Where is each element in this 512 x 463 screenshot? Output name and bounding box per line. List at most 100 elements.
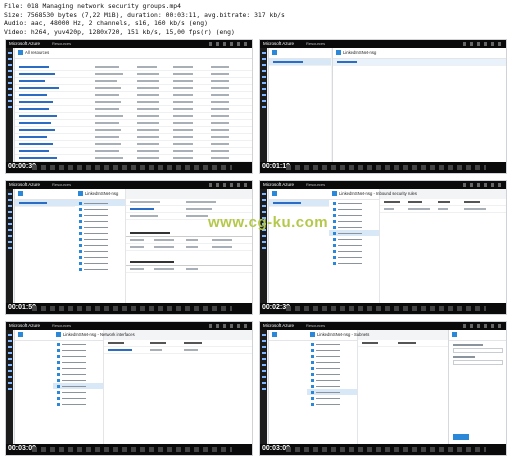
blade-header: [269, 48, 331, 59]
table-row[interactable]: [15, 78, 252, 85]
table-row[interactable]: [126, 237, 252, 244]
toolbar-icons[interactable]: [209, 42, 249, 46]
portal-top-bar: Microsoft Azure Resources: [260, 181, 506, 189]
table-row[interactable]: [15, 106, 252, 113]
table-row[interactable]: [15, 71, 252, 78]
file-info-line: File: 018 Managing network security grou…: [4, 2, 181, 10]
portal-brand[interactable]: Microsoft Azure: [263, 182, 294, 187]
blade-header: [15, 189, 75, 200]
thumbnail-3: Microsoft Azure Resources LinkedInSNet-n…: [5, 180, 253, 315]
subnet-field[interactable]: [453, 360, 503, 365]
portal-brand[interactable]: Microsoft Azure: [9, 41, 40, 46]
table-row[interactable]: [15, 134, 252, 141]
virtual-network-field[interactable]: [453, 348, 503, 353]
table-row[interactable]: [15, 113, 252, 120]
list-item[interactable]: [333, 59, 506, 66]
portal-top-bar: Microsoft Azure Resources: [6, 322, 252, 330]
ok-button[interactable]: [453, 434, 469, 440]
blade-header: LinkedInSNet-nsg - Subnets: [307, 330, 369, 341]
associate-subnet-panel: [448, 330, 506, 446]
thumbnail-6: Microsoft Azure Resources LinkedInSNet-n…: [259, 321, 507, 456]
portal-top-bar: Microsoft Azure Resources: [6, 40, 252, 48]
list-item[interactable]: [269, 59, 331, 66]
video-timestamp-bar: 00:03:09: [260, 444, 506, 455]
toolbar-icons[interactable]: [209, 183, 249, 187]
resources-icon: [18, 50, 23, 55]
taskbar: [32, 447, 232, 452]
nsg-list-blade: [268, 330, 307, 446]
menu-item[interactable]: [329, 260, 379, 266]
table-row[interactable]: [15, 85, 252, 92]
blade-title: LinkedInSNet-nsg: [343, 50, 377, 55]
thumbnail-2: Microsoft Azure Resources LinkedInSNet-n…: [259, 39, 507, 174]
thumbnail-4: Microsoft Azure Resources LinkedInSNet-n…: [259, 180, 507, 315]
link-icon: [452, 332, 457, 337]
toolbar-icons[interactable]: [209, 324, 249, 328]
left-nav: [6, 48, 13, 164]
table-row[interactable]: [126, 244, 252, 251]
blade-header: All resources: [15, 48, 252, 59]
essentials-row: [126, 206, 252, 213]
nsg-blade: LinkedInSNet-nsg: [332, 48, 506, 164]
thumbnail-1: Microsoft Azure Resources All resources …: [5, 39, 253, 174]
portal-top-bar: Microsoft Azure Resources: [6, 181, 252, 189]
blade-header: LinkedInSNet-nsg: [333, 48, 506, 59]
video-timestamp-bar: 00:00:39: [6, 162, 252, 173]
nsg-list-blade: [14, 330, 53, 446]
menu-item[interactable]: [75, 266, 125, 272]
list-item[interactable]: [15, 200, 75, 207]
blade-title: All resources: [25, 50, 50, 55]
table-row[interactable]: [15, 120, 252, 127]
table-row[interactable]: [15, 155, 252, 162]
left-nav: [260, 189, 267, 305]
taskbar: [32, 165, 232, 170]
rule-header: [126, 230, 252, 237]
blade-header: LinkedInSNet-nsg - Inbound security rule…: [329, 189, 417, 200]
toolbar-icons[interactable]: [463, 324, 503, 328]
nsg-menu: LinkedInSNet-nsg - Subnets: [307, 330, 369, 446]
thumbnail-5: Microsoft Azure Resources LinkedInSNet-n…: [5, 321, 253, 456]
blade-header: [449, 330, 506, 341]
shield-icon: [310, 332, 315, 337]
menu-item[interactable]: [53, 401, 103, 407]
toolbar-icons[interactable]: [463, 42, 503, 46]
breadcrumb: Resources: [306, 182, 326, 187]
table-row[interactable]: [15, 64, 252, 71]
network-interfaces-blade: [104, 340, 252, 446]
blade-title: LinkedInSNet-nsg - Inbound security rule…: [339, 191, 417, 196]
taskbar: [32, 306, 232, 311]
portal-brand[interactable]: Microsoft Azure: [9, 182, 40, 187]
table-row[interactable]: [15, 141, 252, 148]
left-nav: [260, 48, 267, 164]
table-row[interactable]: [380, 206, 506, 213]
video-timestamp-bar: 00:01:59: [6, 303, 252, 314]
toolbar-icons[interactable]: [463, 183, 503, 187]
shield-icon: [78, 191, 83, 196]
table-row[interactable]: [15, 99, 252, 106]
nsg-list-blade: [268, 189, 329, 305]
file-info-line: Audio: aac, 48000 Hz, 2 channels, s16, 1…: [4, 19, 208, 28]
portal-brand[interactable]: Microsoft Azure: [263, 323, 294, 328]
menu-item[interactable]: [307, 401, 357, 407]
left-nav: [6, 330, 13, 446]
table-row[interactable]: [15, 148, 252, 155]
rule-header: [126, 259, 252, 266]
table-row[interactable]: [104, 347, 252, 354]
breadcrumb: Resources: [52, 323, 72, 328]
table-row[interactable]: [126, 266, 252, 273]
table-row[interactable]: [15, 127, 252, 134]
blade-header: LinkedInSNet-nsg: [75, 189, 125, 200]
breadcrumb: Resources: [52, 41, 72, 46]
resources-blade: All resources: [14, 48, 252, 164]
nsg-menu: LinkedInSNet-nsg: [75, 189, 126, 305]
resources-icon: [18, 191, 23, 196]
nsg-list-blade: [14, 189, 75, 305]
video-timestamp-bar: 00:03:09: [6, 444, 252, 455]
list-item[interactable]: [269, 200, 329, 207]
table-row[interactable]: [15, 92, 252, 99]
portal-brand[interactable]: Microsoft Azure: [9, 323, 40, 328]
blade-title: LinkedInSNet-nsg: [85, 191, 119, 196]
portal-brand[interactable]: Microsoft Azure: [263, 41, 294, 46]
nsg-menu: LinkedInSNet-nsg - Inbound security rule…: [329, 189, 417, 305]
file-info-line: Video: h264, yuv420p, 1280x720, 151 kb/s…: [4, 27, 235, 36]
